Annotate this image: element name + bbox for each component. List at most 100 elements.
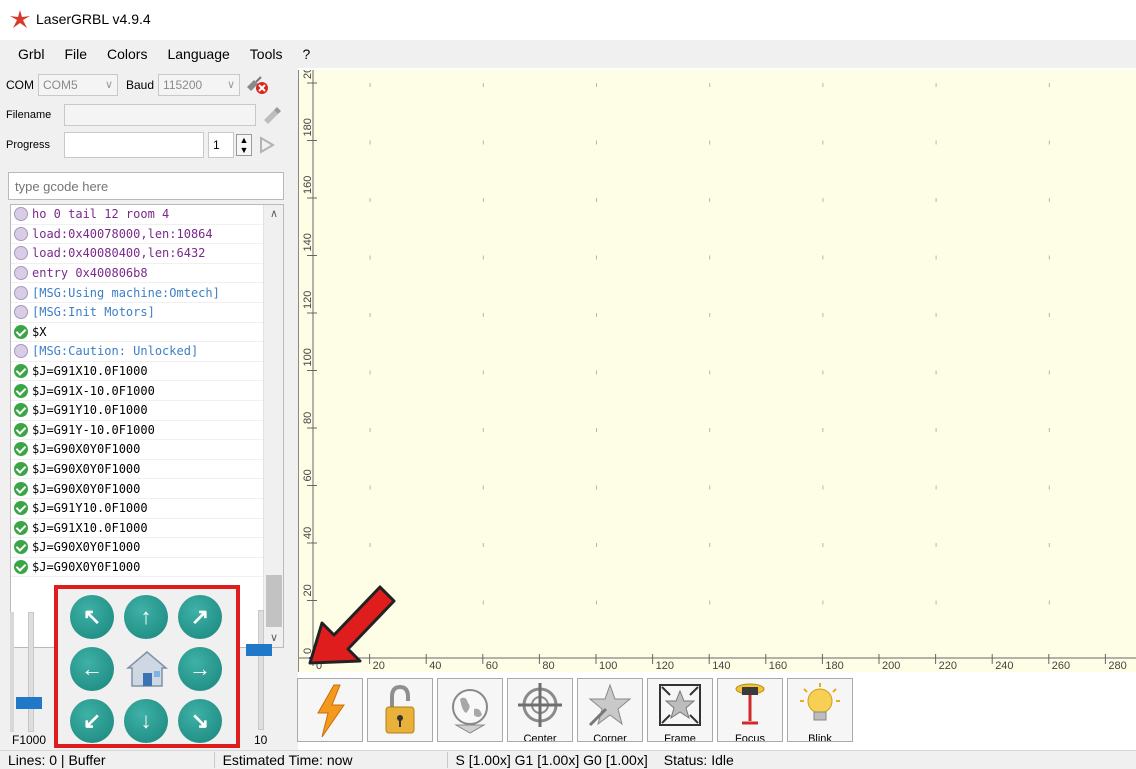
arrow-left-icon: ← (81, 656, 103, 681)
focus-button[interactable]: Focus (717, 678, 783, 742)
machine-status: Status: Idle (663, 752, 734, 768)
check-icon (14, 422, 28, 437)
laser-focus-icon (735, 683, 765, 725)
check-icon (14, 559, 28, 574)
grid-dot (369, 83, 371, 87)
filename-field[interactable] (64, 104, 256, 126)
grid-dot (596, 543, 597, 547)
feed-value-label: F1000 (12, 733, 47, 747)
log-line: $J=G90X0Y0F1000 (11, 440, 283, 460)
unlock-button[interactable] (367, 678, 433, 742)
jog-up-right-button[interactable]: ↗ (178, 595, 222, 639)
y-tick-label: 40 (302, 527, 314, 539)
app-logo-icon (10, 10, 30, 28)
y-tick-label: 100 (302, 348, 314, 366)
grid-dot (822, 485, 824, 490)
log-text: [MSG:Using machine:Omtech] (32, 285, 220, 300)
arrow-right-icon: → (189, 656, 211, 681)
grid-dot (596, 83, 597, 87)
copies-stepper[interactable]: ▲ ▼ (236, 134, 252, 156)
jog-down-right-button[interactable]: ↘ (178, 699, 222, 743)
log-line: $J=G90X0Y0F1000 (11, 479, 283, 499)
log-text: $J=G90X0Y0F1000 (32, 462, 141, 477)
grid-dot (482, 600, 484, 605)
crosshair-icon (518, 683, 562, 727)
console-log[interactable]: ho 0 tail 12 room 4 load:0x40078000,len:1… (10, 204, 284, 648)
preview-canvas[interactable]: 0 20 40 60 80 100 120 140 160 180 200 220 240 260 280 0… (299, 67, 1136, 672)
menu-bar: Grbl File Colors Language Tools ? (0, 40, 1136, 68)
log-line: entry 0x400806b8 (11, 264, 283, 284)
menu-tools[interactable]: Tools (240, 46, 293, 62)
jog-home-button[interactable] (124, 646, 170, 692)
action-toolbar: Center Corner Frame Focus Blink (297, 678, 857, 742)
gcode-input[interactable] (8, 172, 284, 200)
grid-dot (1048, 198, 1050, 202)
menu-help[interactable]: ? (292, 46, 320, 62)
menu-grbl[interactable]: Grbl (8, 46, 54, 62)
y-tick-label: 80 (302, 412, 314, 424)
jog-up-button[interactable]: ↑ (124, 595, 168, 639)
copies-field[interactable]: 1 (208, 132, 234, 158)
lightbulb-icon (800, 683, 840, 721)
menu-colors[interactable]: Colors (97, 46, 157, 62)
y-tick-label: 160 (302, 176, 314, 194)
log-text: $J=G90X0Y0F1000 (32, 442, 141, 457)
globe-button[interactable] (437, 678, 503, 742)
feed-slider-thumb[interactable] (16, 697, 42, 709)
blink-button[interactable]: Blink (787, 678, 853, 742)
check-icon (14, 520, 28, 535)
y-tick-label: 140 (302, 233, 314, 251)
frame-button[interactable]: Frame (647, 678, 713, 742)
chevron-down-icon: ∨ (226, 79, 236, 91)
baud-rate-select[interactable]: 115200 ∨ (158, 74, 241, 96)
feed-slider[interactable] (28, 612, 34, 732)
grid-dot (935, 313, 937, 317)
log-scrollbar[interactable]: ∧ ∨ (263, 205, 283, 647)
open-file-icon[interactable] (260, 104, 282, 126)
grid-dot (709, 255, 711, 260)
log-line: $J=G91Y-10.0F1000 (11, 421, 283, 441)
jog-right-button[interactable]: → (178, 647, 222, 691)
step-slider-thumb[interactable] (246, 644, 272, 656)
estimated-time: Estimated Time: now (222, 752, 353, 768)
log-text: $J=G91Y-10.0F1000 (32, 422, 155, 437)
disconnect-icon[interactable] (244, 74, 270, 96)
center-button[interactable]: Center (507, 678, 573, 742)
scroll-thumb[interactable] (266, 575, 282, 627)
step-slider[interactable] (258, 610, 264, 730)
grid-dot (709, 428, 711, 432)
reset-button[interactable] (297, 678, 363, 742)
jog-down-button[interactable]: ↓ (124, 699, 168, 743)
grid-dot (935, 198, 937, 202)
x-tick-label: 160 (769, 660, 787, 672)
message-icon (14, 226, 28, 241)
grid-dot (822, 313, 824, 317)
preview-grid: 0 20 40 60 80 100 120 140 160 180 200 220 240 260 2800… (299, 67, 1136, 672)
menu-language[interactable]: Language (157, 46, 239, 62)
y-tick-label: 20 (302, 70, 314, 79)
grid-dot (482, 198, 484, 202)
com-port-select[interactable]: COM5 ∨ (38, 74, 118, 96)
log-text: load:0x40078000,len:10864 (32, 226, 213, 241)
log-text: $J=G91X-10.0F1000 (32, 383, 155, 398)
jog-left-button[interactable]: ← (70, 647, 114, 691)
grid-dot (935, 600, 937, 605)
run-icon[interactable] (258, 135, 276, 155)
grid-dot (596, 428, 597, 432)
check-icon (14, 364, 28, 379)
log-text: $J=G91Y10.0F1000 (32, 501, 148, 516)
jog-up-left-button[interactable]: ↖ (70, 595, 114, 639)
grid-dot (709, 370, 711, 375)
corner-button[interactable]: Corner (577, 678, 643, 742)
menu-file[interactable]: File (54, 46, 97, 62)
log-line: $J=G90X0Y0F1000 (11, 538, 283, 558)
log-text: $J=G90X0Y0F1000 (32, 559, 141, 574)
chevron-up-icon[interactable]: ∧ (264, 205, 283, 223)
grid-dot (822, 83, 824, 87)
grid-dot (709, 600, 711, 605)
x-tick-label: 80 (542, 660, 554, 672)
window-title: LaserGRBL v4.9.4 (36, 11, 151, 27)
jog-down-left-button[interactable]: ↙ (70, 699, 114, 743)
focus-label: Focus (735, 733, 765, 742)
grid-dot (369, 543, 371, 547)
